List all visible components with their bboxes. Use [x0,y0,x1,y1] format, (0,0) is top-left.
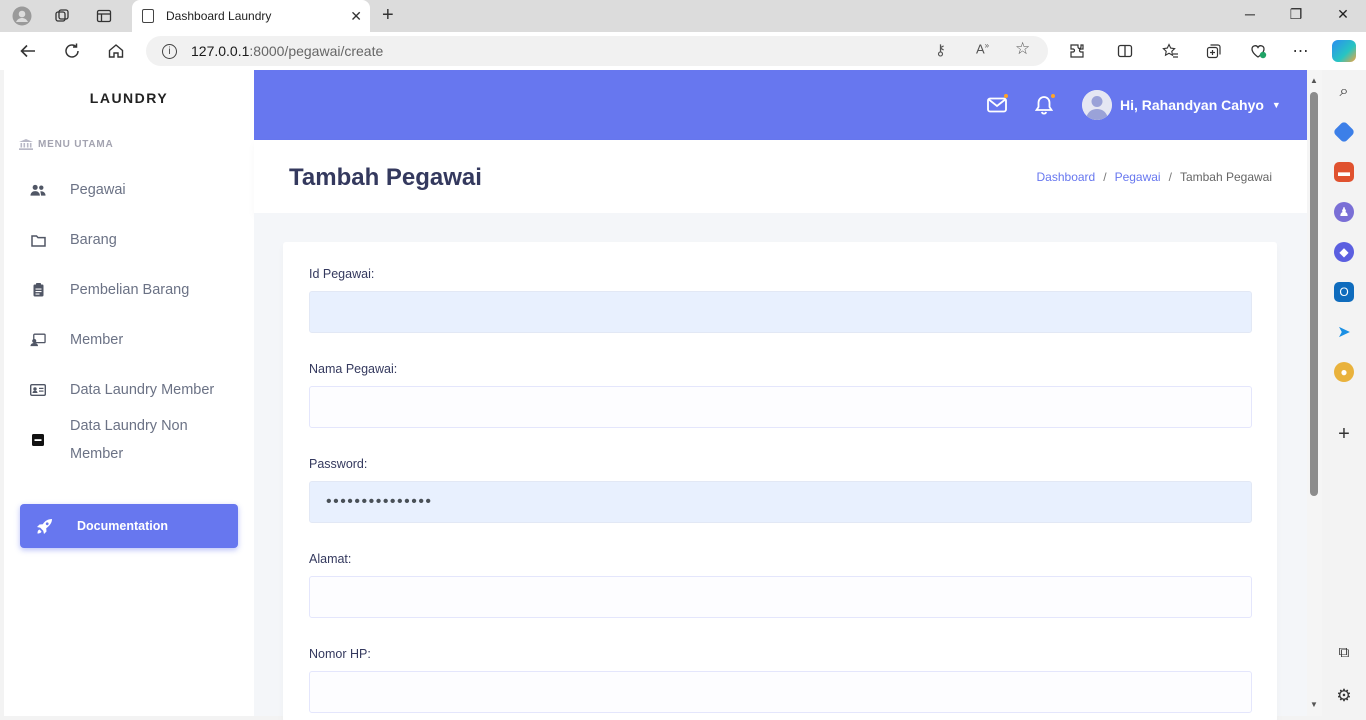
sidebar-brand[interactable]: LAUNDRY [4,90,254,106]
notifications-bell-icon[interactable] [1033,94,1055,116]
bank-icon [19,139,33,150]
site-info-icon[interactable]: i [162,43,177,59]
restore-icon[interactable]: ❐ [1286,6,1306,23]
settings-gear-icon[interactable]: ⚙ [1334,686,1354,706]
breadcrumb: Dashboard / Pegawai / Tambah Pegawai [1037,170,1273,184]
tools-briefcase-icon[interactable]: ▬ [1334,162,1354,182]
users-icon [30,182,46,198]
games-icon[interactable]: ♟ [1334,202,1354,222]
page-icon [142,9,154,23]
refresh-icon[interactable] [61,40,83,62]
sidebar-item-pembelian-barang[interactable]: Pembelian Barang [4,276,254,304]
read-aloud-icon[interactable]: A» [976,41,989,56]
avatar [1082,90,1112,120]
sidebar-item-label: Pembelian Barang [70,282,190,298]
id-pegawai-label: Id Pegawai: [309,267,375,281]
scroll-up-icon[interactable]: ▲ [1310,76,1318,85]
breadcrumb-dashboard[interactable]: Dashboard [1037,170,1096,184]
sidebar-item-barang[interactable]: Barang [4,226,254,254]
url-path: :8000/pegawai/create [249,43,384,59]
nomor-hp-input[interactable] [309,671,1252,713]
workspaces-icon[interactable] [51,5,73,27]
profile-icon[interactable] [11,5,33,27]
tab-title: Dashboard Laundry [166,9,272,23]
shopping-tag-icon[interactable] [1332,120,1356,144]
clipboard-icon [30,282,46,298]
alamat-input[interactable] [309,576,1252,618]
copilot-app-icon[interactable]: ◆ [1334,242,1354,262]
favorites-icon[interactable] [1159,40,1181,62]
extensions-icon[interactable] [1066,40,1088,62]
tab-close-icon[interactable]: ✕ [350,8,362,25]
back-icon[interactable] [17,40,39,62]
screenshot-icon[interactable]: ⧉ [1334,642,1354,662]
sidebar-item-member[interactable]: Member [4,326,254,354]
favorite-star-icon[interactable]: ☆ [1015,39,1030,59]
minus-square-icon [30,432,46,448]
edge-sidebar: ⌕ ▬ ♟ ◆ O ➤ ● + ⧉ ⚙ [1322,70,1366,720]
caret-down-icon: ▼ [1271,100,1281,110]
password-key-icon[interactable]: ⚷ [935,41,946,59]
notifications-badge [1051,94,1055,98]
outlook-icon[interactable]: O [1334,282,1354,302]
messages-badge [1004,94,1008,98]
alamat-label: Alamat: [309,552,352,566]
home-icon[interactable] [105,40,127,62]
folder-icon [30,232,46,248]
page-title: Tambah Pegawai [289,164,482,191]
id-pegawai-input[interactable] [309,291,1252,333]
sidebar-item-data-laundry-non-member[interactable]: Data Laundry Non Member [4,412,254,468]
id-card-icon [30,382,46,398]
user-card-icon [30,332,46,348]
sidebar-item-label: Pegawai [70,182,126,198]
menu-header: MENU UTAMA [19,139,114,150]
sidebar-item-label: Data Laundry Member [70,382,215,398]
documentation-label: Documentation [77,519,168,533]
breadcrumb-separator: / [1168,170,1172,184]
send-icon[interactable]: ➤ [1334,322,1354,342]
browser-tab-active[interactable]: Dashboard Laundry ✕ [132,0,370,32]
sidebar: LAUNDRY MENU UTAMA Pegawai Barang Pembel… [4,70,254,716]
new-tab-icon[interactable]: + [382,4,394,27]
breadcrumb-pegawai[interactable]: Pegawai [1115,170,1161,184]
section-header: Tambah Pegawai Dashboard / Pegawai / Tam… [254,140,1307,213]
copilot-icon[interactable] [1332,40,1356,62]
scroll-down-icon[interactable]: ▼ [1310,700,1318,709]
sidebar-item-pegawai[interactable]: Pegawai [4,176,254,204]
browser-tab-bar: Dashboard Laundry ✕ + ─ ❐ ✕ [0,0,1366,32]
address-bar[interactable]: i 127.0.0.1:8000/pegawai/create [146,36,1048,66]
collections-icon[interactable] [1203,40,1225,62]
page-scrollbar[interactable]: ▲ ▼ [1307,70,1322,716]
scrollbar-thumb[interactable] [1310,92,1318,496]
sidebar-item-label: Barang [70,232,117,248]
sidebar-item-label: Data Laundry Non Member [70,418,188,462]
browser-essentials-icon[interactable] [1247,40,1269,62]
browser-toolbar: i 127.0.0.1:8000/pegawai/create ⚷ A» ☆ ⋯ [0,32,1366,70]
nomor-hp-label: Nomor HP: [309,647,371,661]
window-close-icon[interactable]: ✕ [1333,6,1353,23]
breadcrumb-separator: / [1103,170,1107,184]
menu-header-label: MENU UTAMA [38,139,114,150]
add-sidebar-app-icon[interactable]: + [1334,423,1354,445]
vertical-tabs-icon[interactable] [93,5,115,27]
split-screen-icon[interactable] [1114,40,1136,62]
nama-pegawai-label: Nama Pegawai: [309,362,398,376]
search-icon[interactable]: ⌕ [1334,82,1354,102]
breadcrumb-current: Tambah Pegawai [1179,170,1272,184]
user-greeting: Hi, Rahandyan Cahyo [1120,97,1264,113]
messages-icon[interactable] [986,94,1008,116]
documentation-button[interactable]: Documentation [20,504,238,548]
minimize-icon[interactable]: ─ [1240,6,1260,22]
rewards-medal-icon[interactable]: ● [1334,362,1354,382]
nama-pegawai-input[interactable] [309,386,1252,428]
top-navbar: Hi, Rahandyan Cahyo ▼ [254,70,1307,140]
more-menu-icon[interactable]: ⋯ [1290,40,1312,62]
user-menu[interactable]: Hi, Rahandyan Cahyo ▼ [1082,90,1281,120]
password-label: Password: [309,457,368,471]
sidebar-item-label: Member [70,332,124,348]
rocket-icon [35,517,53,535]
password-input[interactable] [309,481,1252,523]
sidebar-item-data-laundry-member[interactable]: Data Laundry Member [4,376,254,404]
url-host: 127.0.0.1 [191,43,250,59]
